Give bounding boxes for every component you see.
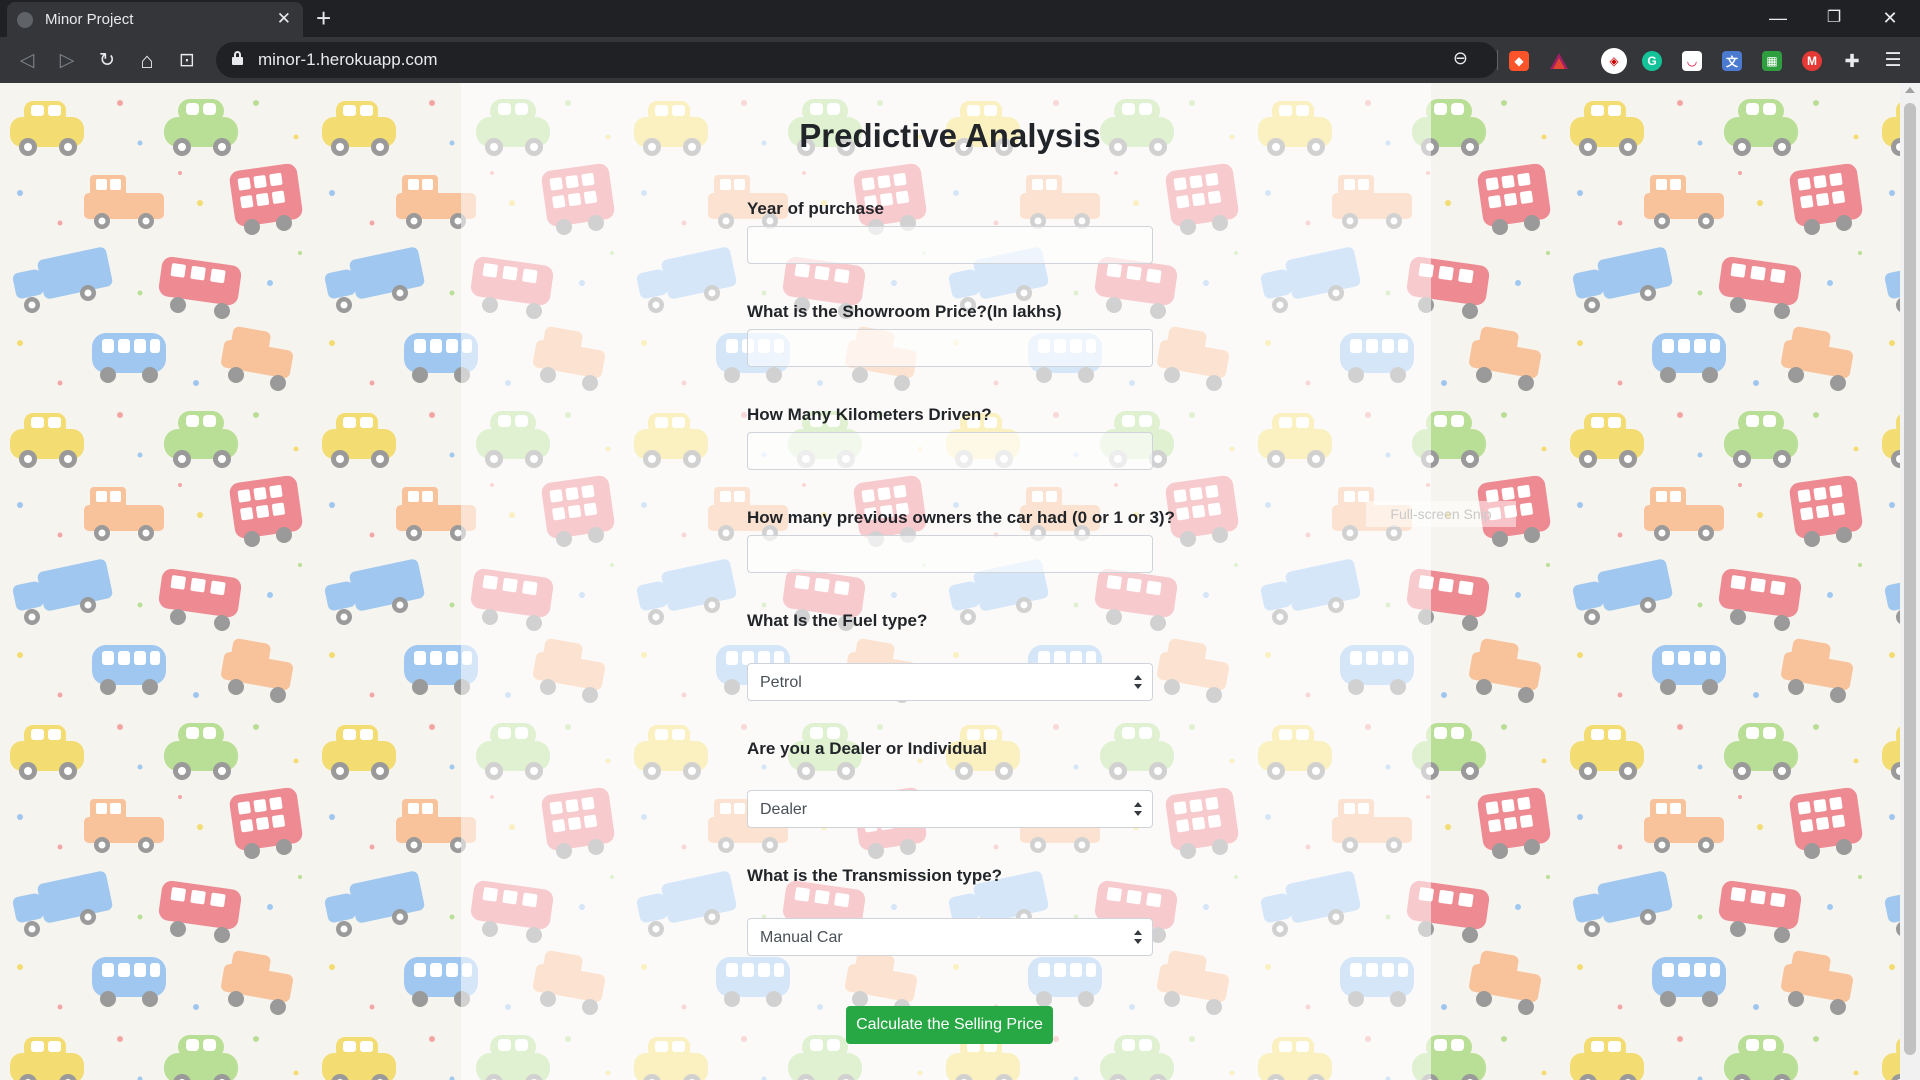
home-icon[interactable]: ⌂ [134,48,160,74]
transmission-label: What is the Transmission type? [747,866,1003,885]
transmission-select[interactable]: Manual Car [747,918,1153,956]
select-arrows-icon [1134,802,1142,818]
ublock-extension-icon[interactable]: ◈ [1601,48,1627,74]
owners-input[interactable] [747,535,1153,573]
omnibox-divider [1497,50,1498,70]
lock-icon [232,51,243,65]
page-title: Predictive Analysis [799,117,1101,154]
year-label: Year of purchase [747,199,885,218]
sheets-extension-icon[interactable]: ▦ [1762,51,1782,71]
showroom-price-input[interactable] [747,329,1153,367]
fuel-type-select[interactable]: Petrol [747,663,1153,701]
restore-button[interactable]: ❐ [1814,4,1854,32]
owners-label: How many previous owners the car had (0 … [747,508,1175,527]
seller-type-select[interactable]: Dealer [747,790,1153,828]
back-icon[interactable]: ◁ [14,48,40,74]
brave-rewards-icon[interactable] [1549,51,1569,71]
kilometers-input[interactable] [747,432,1153,470]
fuel-type-label: What Is the Fuel type? [747,611,928,630]
pocket-extension-icon[interactable]: ◡ [1682,51,1702,71]
scroll-thumb[interactable] [1904,103,1916,1055]
reload-icon[interactable]: ↻ [94,48,120,74]
page-scrollbar[interactable] [1900,83,1920,1080]
translate-extension-icon[interactable]: 文 [1722,51,1742,71]
forward-icon[interactable]: ▷ [54,48,80,74]
kilometers-label: How Many Kilometers Driven? [747,405,992,424]
select-arrows-icon [1134,675,1142,691]
bookmark-icon[interactable]: ⊡ [174,48,200,74]
window-close-button[interactable]: ✕ [1870,4,1910,32]
extensions-puzzle-icon[interactable]: ✚ [1842,51,1862,71]
browser-tab-bar: Minor Project ✕ + — ❐ ✕ [0,0,1920,37]
zoom-icon[interactable]: ⊖ [1453,48,1468,69]
calculate-price-button[interactable]: Calculate the Selling Price [846,1006,1053,1044]
browser-menu-icon[interactable]: ☰ [1880,48,1906,74]
tab-title: Minor Project [45,11,134,28]
brave-shield-icon[interactable]: ◆ [1509,51,1529,71]
favicon-icon [17,12,33,28]
seller-type-label: Are you a Dealer or Individual [747,739,987,758]
browser-tab[interactable]: Minor Project ✕ [7,2,303,37]
select-arrows-icon [1134,930,1142,946]
scroll-up-icon[interactable] [1905,87,1915,93]
showroom-price-label: What is the Showroom Price?(In lakhs) [747,302,1062,321]
tab-close-icon[interactable]: ✕ [277,9,291,29]
year-input[interactable] [747,226,1153,264]
snip-overlay: Full-screen Snip [1366,501,1516,527]
url-text: minor-1.herokuapp.com [258,50,438,69]
grammarly-extension-icon[interactable]: G [1642,51,1662,71]
seller-type-value: Dealer [760,801,808,818]
browser-toolbar: ◁ ▷ ↻ ⌂ ⊡ minor-1.herokuapp.com ⊖ ◆ ◈ G … [0,37,1920,83]
new-tab-button[interactable]: + [316,4,331,32]
fuel-type-value: Petrol [760,674,802,691]
minimize-button[interactable]: — [1758,4,1798,32]
page-viewport: Predictive Analysis Year of purchase Wha… [0,83,1900,1080]
address-bar[interactable]: minor-1.herokuapp.com ⊖ [216,42,1498,78]
transmission-value: Manual Car [760,929,843,946]
mail-extension-icon[interactable]: M [1802,51,1822,71]
